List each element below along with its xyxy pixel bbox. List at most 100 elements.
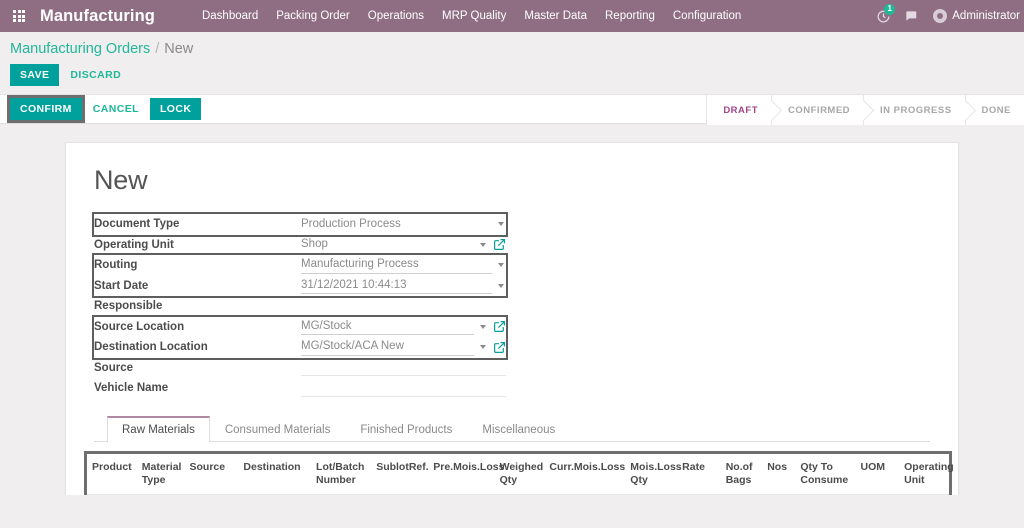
chevron-down-icon[interactable] [498, 283, 504, 288]
col-source[interactable]: Source [184, 453, 239, 495]
avatar [933, 9, 948, 23]
field-row-routing: Routing Manufacturing Process [94, 255, 506, 276]
cell-nos[interactable]: 0.00 [762, 494, 796, 496]
destination-location-label: Destination Location [94, 341, 208, 354]
col-qty-to-consume[interactable]: Qty To Consume [795, 453, 856, 495]
col-material-type[interactable]: Material Type [136, 453, 185, 495]
source-location-label: Source Location [94, 320, 185, 333]
tab-miscellaneous[interactable]: Miscellaneous [467, 416, 570, 442]
vehicle-name-label: Vehicle Name [94, 382, 169, 395]
routing-label: Routing [94, 259, 138, 272]
routing-input[interactable]: Manufacturing Process [301, 257, 492, 274]
breadcrumb-separator: / [155, 41, 160, 57]
responsible-input[interactable] [301, 298, 506, 315]
cell-curr-mois-loss[interactable]: 0.00 [544, 494, 626, 496]
lock-button[interactable]: LOCK [149, 98, 202, 121]
chevron-down-icon[interactable] [480, 345, 486, 350]
tab-consumed-materials[interactable]: Consumed Materials [210, 416, 345, 442]
col-weighed-qty[interactable]: Weighed Qty [494, 453, 545, 495]
cell-destination[interactable]: MG/Stock/ACA New [238, 494, 312, 496]
user-menu[interactable]: Administrator [925, 9, 1024, 23]
cancel-button[interactable]: CANCEL [91, 98, 141, 120]
field-row-document-type: Document Type Production Process [94, 214, 506, 235]
menu-item-operations[interactable]: Operations [359, 1, 433, 31]
confirm-button[interactable]: CONFIRM [10, 98, 82, 121]
cell-rate[interactable]: 500.00 [677, 494, 721, 496]
apps-grid-icon[interactable] [6, 0, 32, 32]
col-curr-mois-loss[interactable]: Curr.Mois.Loss [544, 453, 626, 495]
col-no-of-bags[interactable]: No.of Bags [720, 453, 763, 495]
breadcrumb-root[interactable]: Manufacturing Orders [10, 41, 150, 57]
cell-source[interactable]: MG/Stock [184, 494, 239, 496]
col-mois-loss-qty[interactable]: Mois.Loss Qty [625, 453, 682, 495]
chevron-down-icon[interactable] [498, 222, 504, 227]
col-uom[interactable]: UOM [855, 453, 900, 495]
external-link-icon[interactable] [493, 320, 506, 333]
cell-qty-to-consume[interactable]: 50.000 [795, 494, 856, 496]
tab-finished-products[interactable]: Finished Products [345, 416, 467, 442]
record-form: Document Type Production Process Operati… [92, 212, 508, 399]
document-type-input[interactable]: Production Process [301, 216, 492, 233]
col-sublot-ref[interactable]: SublotRef. [371, 453, 429, 495]
col-lot-batch-number[interactable]: Lot/Batch Number [311, 453, 372, 495]
lines-table: Product Material Type Source Destination… [87, 453, 954, 496]
menu-item-reporting[interactable]: Reporting [596, 1, 664, 31]
cell-sublot-ref[interactable]: L - 0000031/8 - 90.0 [371, 494, 429, 496]
col-operating-unit[interactable]: Operating Unit [899, 453, 954, 495]
col-rate[interactable]: Rate [677, 453, 721, 495]
external-link-icon[interactable] [493, 238, 506, 251]
action-toolbar: CONFIRM CANCEL LOCK DRAFT CONFIRMED IN P… [0, 94, 1024, 126]
vehicle-name-input[interactable] [301, 380, 506, 397]
cell-pre-mois-loss[interactable]: 0.00 [428, 494, 495, 496]
cell-weighed-qty[interactable]: 0.00 [494, 494, 545, 496]
menu-item-dashboard[interactable]: Dashboard [193, 1, 267, 31]
field-row-vehicle-name: Vehicle Name [94, 378, 506, 399]
menu-item-mrp-quality[interactable]: MRP Quality [433, 1, 515, 31]
save-button[interactable]: SAVE [10, 64, 60, 87]
table-header-row: Product Material Type Source Destination… [87, 453, 954, 495]
responsible-label: Responsible [94, 300, 163, 313]
stage-confirmed[interactable]: CONFIRMED [771, 95, 864, 126]
field-row-source-location: Source Location MG/Stock [94, 317, 506, 338]
stage-in-progress[interactable]: IN PROGRESS [863, 95, 965, 126]
source-input[interactable] [301, 359, 506, 377]
destination-location-input[interactable]: MG/Stock/ACA New [301, 339, 474, 356]
cell-operating-unit[interactable]: Shop [899, 494, 949, 496]
menu-item-master-data[interactable]: Master Data [515, 1, 596, 31]
col-product[interactable]: Product [87, 453, 137, 495]
save-discard-bar: SAVE DISCARD [0, 57, 1024, 94]
cell-lot-batch-number[interactable]: L - 0000031 - 174.6 [311, 494, 372, 496]
stage-draft[interactable]: DRAFT [706, 95, 772, 126]
external-link-icon[interactable] [493, 341, 506, 354]
tab-raw-materials[interactable]: Raw Materials [107, 415, 210, 442]
clock-activity-icon[interactable]: 1 [869, 0, 897, 32]
start-date-label: Start Date [94, 279, 149, 292]
chat-bubble-icon[interactable] [897, 0, 925, 32]
lines-table-highlight: Product Material Type Source Destination… [84, 450, 954, 496]
cell-no-of-bags[interactable]: 0.00 [720, 494, 763, 496]
systray: 1 Administrator [869, 0, 1024, 32]
chevron-down-icon[interactable] [480, 242, 486, 247]
cell-uom[interactable]: Quintal [855, 494, 900, 496]
cell-mois-loss-qty[interactable]: 0.00 [625, 494, 678, 496]
discard-button[interactable]: DISCARD [68, 64, 123, 86]
chevron-down-icon[interactable] [498, 263, 504, 268]
field-row-operating-unit: Operating Unit Shop [94, 235, 506, 256]
start-date-input[interactable]: 31/12/2021 10:44:13 [301, 277, 492, 295]
col-destination[interactable]: Destination [238, 453, 312, 495]
table-row[interactable]: xyz paddy Raw Material MG/Stock MG/Stock… [87, 494, 949, 496]
cell-material-type[interactable]: Raw Material [136, 494, 185, 496]
cell-product[interactable]: xyz paddy [87, 494, 137, 496]
col-nos[interactable]: Nos [762, 453, 796, 495]
menu-item-packing-order[interactable]: Packing Order [267, 1, 359, 31]
col-pre-mois-loss[interactable]: Pre.Mois.Loss [428, 453, 504, 495]
activity-count-badge: 1 [884, 4, 896, 15]
chevron-down-icon[interactable] [480, 324, 486, 329]
operating-unit-input[interactable]: Shop [301, 236, 474, 253]
source-location-input[interactable]: MG/Stock [301, 318, 474, 336]
app-title[interactable]: Manufacturing [40, 7, 155, 26]
main-menu: Dashboard Packing Order Operations MRP Q… [193, 1, 750, 31]
confirm-button-highlight: CONFIRM [7, 95, 85, 124]
user-name: Administrator [952, 10, 1020, 22]
menu-item-configuration[interactable]: Configuration [664, 1, 750, 31]
